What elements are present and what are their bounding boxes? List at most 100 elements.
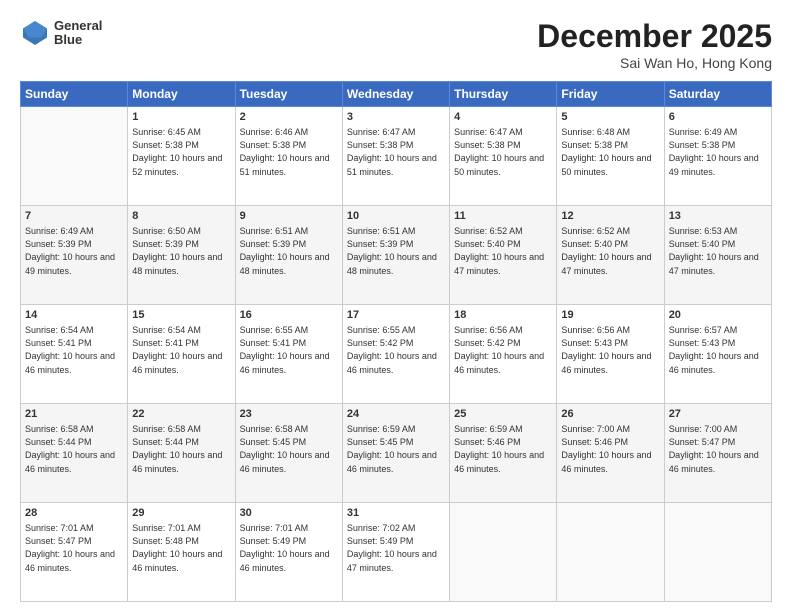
calendar-cell: 29Sunrise: 7:01 AMSunset: 5:48 PMDayligh… xyxy=(128,503,235,602)
day-detail: Sunrise: 6:47 AMSunset: 5:38 PMDaylight:… xyxy=(454,126,552,178)
page: General Blue December 2025 Sai Wan Ho, H… xyxy=(0,0,792,612)
day-number: 25 xyxy=(454,407,552,422)
day-detail: Sunrise: 7:00 AMSunset: 5:47 PMDaylight:… xyxy=(669,423,767,475)
day-detail: Sunrise: 6:47 AMSunset: 5:38 PMDaylight:… xyxy=(347,126,445,178)
calendar-cell: 3Sunrise: 6:47 AMSunset: 5:38 PMDaylight… xyxy=(342,107,449,206)
day-detail: Sunrise: 6:55 AMSunset: 5:42 PMDaylight:… xyxy=(347,324,445,376)
calendar-cell: 9Sunrise: 6:51 AMSunset: 5:39 PMDaylight… xyxy=(235,206,342,305)
header-day-saturday: Saturday xyxy=(664,82,771,107)
day-detail: Sunrise: 6:51 AMSunset: 5:39 PMDaylight:… xyxy=(347,225,445,277)
calendar-cell: 12Sunrise: 6:52 AMSunset: 5:40 PMDayligh… xyxy=(557,206,664,305)
logo-text: General Blue xyxy=(54,19,102,48)
day-number: 13 xyxy=(669,209,767,224)
calendar-cell: 31Sunrise: 7:02 AMSunset: 5:49 PMDayligh… xyxy=(342,503,449,602)
day-detail: Sunrise: 6:59 AMSunset: 5:45 PMDaylight:… xyxy=(347,423,445,475)
day-number: 12 xyxy=(561,209,659,224)
day-detail: Sunrise: 6:58 AMSunset: 5:44 PMDaylight:… xyxy=(25,423,123,475)
calendar-cell xyxy=(450,503,557,602)
calendar-cell: 21Sunrise: 6:58 AMSunset: 5:44 PMDayligh… xyxy=(21,404,128,503)
day-detail: Sunrise: 6:49 AMSunset: 5:39 PMDaylight:… xyxy=(25,225,123,277)
header-day-monday: Monday xyxy=(128,82,235,107)
day-number: 21 xyxy=(25,407,123,422)
day-detail: Sunrise: 6:56 AMSunset: 5:42 PMDaylight:… xyxy=(454,324,552,376)
calendar-cell: 2Sunrise: 6:46 AMSunset: 5:38 PMDaylight… xyxy=(235,107,342,206)
day-detail: Sunrise: 6:59 AMSunset: 5:46 PMDaylight:… xyxy=(454,423,552,475)
day-number: 18 xyxy=(454,308,552,323)
calendar-table: SundayMondayTuesdayWednesdayThursdayFrid… xyxy=(20,81,772,602)
day-number: 23 xyxy=(240,407,338,422)
calendar-cell: 27Sunrise: 7:00 AMSunset: 5:47 PMDayligh… xyxy=(664,404,771,503)
header-day-wednesday: Wednesday xyxy=(342,82,449,107)
day-detail: Sunrise: 7:01 AMSunset: 5:48 PMDaylight:… xyxy=(132,522,230,574)
calendar-cell: 22Sunrise: 6:58 AMSunset: 5:44 PMDayligh… xyxy=(128,404,235,503)
day-number: 26 xyxy=(561,407,659,422)
calendar-cell: 17Sunrise: 6:55 AMSunset: 5:42 PMDayligh… xyxy=(342,305,449,404)
day-number: 22 xyxy=(132,407,230,422)
day-detail: Sunrise: 6:51 AMSunset: 5:39 PMDaylight:… xyxy=(240,225,338,277)
calendar-cell xyxy=(21,107,128,206)
day-number: 14 xyxy=(25,308,123,323)
logo: General Blue xyxy=(20,18,102,48)
logo-icon xyxy=(20,18,50,48)
day-number: 11 xyxy=(454,209,552,224)
day-detail: Sunrise: 7:01 AMSunset: 5:49 PMDaylight:… xyxy=(240,522,338,574)
calendar-cell: 24Sunrise: 6:59 AMSunset: 5:45 PMDayligh… xyxy=(342,404,449,503)
calendar-cell: 13Sunrise: 6:53 AMSunset: 5:40 PMDayligh… xyxy=(664,206,771,305)
day-number: 31 xyxy=(347,506,445,521)
day-detail: Sunrise: 6:55 AMSunset: 5:41 PMDaylight:… xyxy=(240,324,338,376)
day-number: 28 xyxy=(25,506,123,521)
day-detail: Sunrise: 7:00 AMSunset: 5:46 PMDaylight:… xyxy=(561,423,659,475)
day-detail: Sunrise: 6:46 AMSunset: 5:38 PMDaylight:… xyxy=(240,126,338,178)
day-number: 6 xyxy=(669,110,767,125)
calendar-cell: 26Sunrise: 7:00 AMSunset: 5:46 PMDayligh… xyxy=(557,404,664,503)
day-number: 29 xyxy=(132,506,230,521)
calendar-week-5: 28Sunrise: 7:01 AMSunset: 5:47 PMDayligh… xyxy=(21,503,772,602)
calendar-cell: 20Sunrise: 6:57 AMSunset: 5:43 PMDayligh… xyxy=(664,305,771,404)
day-number: 5 xyxy=(561,110,659,125)
day-detail: Sunrise: 6:54 AMSunset: 5:41 PMDaylight:… xyxy=(132,324,230,376)
day-number: 1 xyxy=(132,110,230,125)
day-number: 19 xyxy=(561,308,659,323)
day-number: 8 xyxy=(132,209,230,224)
title-area: December 2025 Sai Wan Ho, Hong Kong xyxy=(537,18,772,71)
day-number: 20 xyxy=(669,308,767,323)
calendar-week-1: 1Sunrise: 6:45 AMSunset: 5:38 PMDaylight… xyxy=(21,107,772,206)
day-number: 4 xyxy=(454,110,552,125)
day-number: 16 xyxy=(240,308,338,323)
day-number: 17 xyxy=(347,308,445,323)
day-detail: Sunrise: 6:58 AMSunset: 5:45 PMDaylight:… xyxy=(240,423,338,475)
calendar-title: December 2025 xyxy=(537,18,772,55)
day-number: 15 xyxy=(132,308,230,323)
day-detail: Sunrise: 6:45 AMSunset: 5:38 PMDaylight:… xyxy=(132,126,230,178)
calendar-week-2: 7Sunrise: 6:49 AMSunset: 5:39 PMDaylight… xyxy=(21,206,772,305)
calendar-cell: 18Sunrise: 6:56 AMSunset: 5:42 PMDayligh… xyxy=(450,305,557,404)
day-detail: Sunrise: 6:58 AMSunset: 5:44 PMDaylight:… xyxy=(132,423,230,475)
calendar-cell: 30Sunrise: 7:01 AMSunset: 5:49 PMDayligh… xyxy=(235,503,342,602)
header-day-sunday: Sunday xyxy=(21,82,128,107)
calendar-cell xyxy=(664,503,771,602)
day-number: 3 xyxy=(347,110,445,125)
calendar-subtitle: Sai Wan Ho, Hong Kong xyxy=(537,55,772,71)
day-number: 27 xyxy=(669,407,767,422)
calendar-cell: 23Sunrise: 6:58 AMSunset: 5:45 PMDayligh… xyxy=(235,404,342,503)
calendar-cell: 5Sunrise: 6:48 AMSunset: 5:38 PMDaylight… xyxy=(557,107,664,206)
calendar-cell: 25Sunrise: 6:59 AMSunset: 5:46 PMDayligh… xyxy=(450,404,557,503)
day-number: 24 xyxy=(347,407,445,422)
calendar-header-row: SundayMondayTuesdayWednesdayThursdayFrid… xyxy=(21,82,772,107)
day-detail: Sunrise: 6:57 AMSunset: 5:43 PMDaylight:… xyxy=(669,324,767,376)
calendar-cell: 4Sunrise: 6:47 AMSunset: 5:38 PMDaylight… xyxy=(450,107,557,206)
calendar-cell: 6Sunrise: 6:49 AMSunset: 5:38 PMDaylight… xyxy=(664,107,771,206)
day-number: 9 xyxy=(240,209,338,224)
day-number: 2 xyxy=(240,110,338,125)
calendar-cell: 1Sunrise: 6:45 AMSunset: 5:38 PMDaylight… xyxy=(128,107,235,206)
calendar-cell: 15Sunrise: 6:54 AMSunset: 5:41 PMDayligh… xyxy=(128,305,235,404)
day-detail: Sunrise: 6:50 AMSunset: 5:39 PMDaylight:… xyxy=(132,225,230,277)
header: General Blue December 2025 Sai Wan Ho, H… xyxy=(20,18,772,71)
calendar-cell: 16Sunrise: 6:55 AMSunset: 5:41 PMDayligh… xyxy=(235,305,342,404)
day-detail: Sunrise: 6:52 AMSunset: 5:40 PMDaylight:… xyxy=(561,225,659,277)
calendar-week-3: 14 Sunrise: 6:54 AMSunset: 5:41 PMDayligh… xyxy=(21,305,772,404)
day-number: 10 xyxy=(347,209,445,224)
header-day-friday: Friday xyxy=(557,82,664,107)
calendar-cell: 28Sunrise: 7:01 AMSunset: 5:47 PMDayligh… xyxy=(21,503,128,602)
calendar-week-4: 21Sunrise: 6:58 AMSunset: 5:44 PMDayligh… xyxy=(21,404,772,503)
